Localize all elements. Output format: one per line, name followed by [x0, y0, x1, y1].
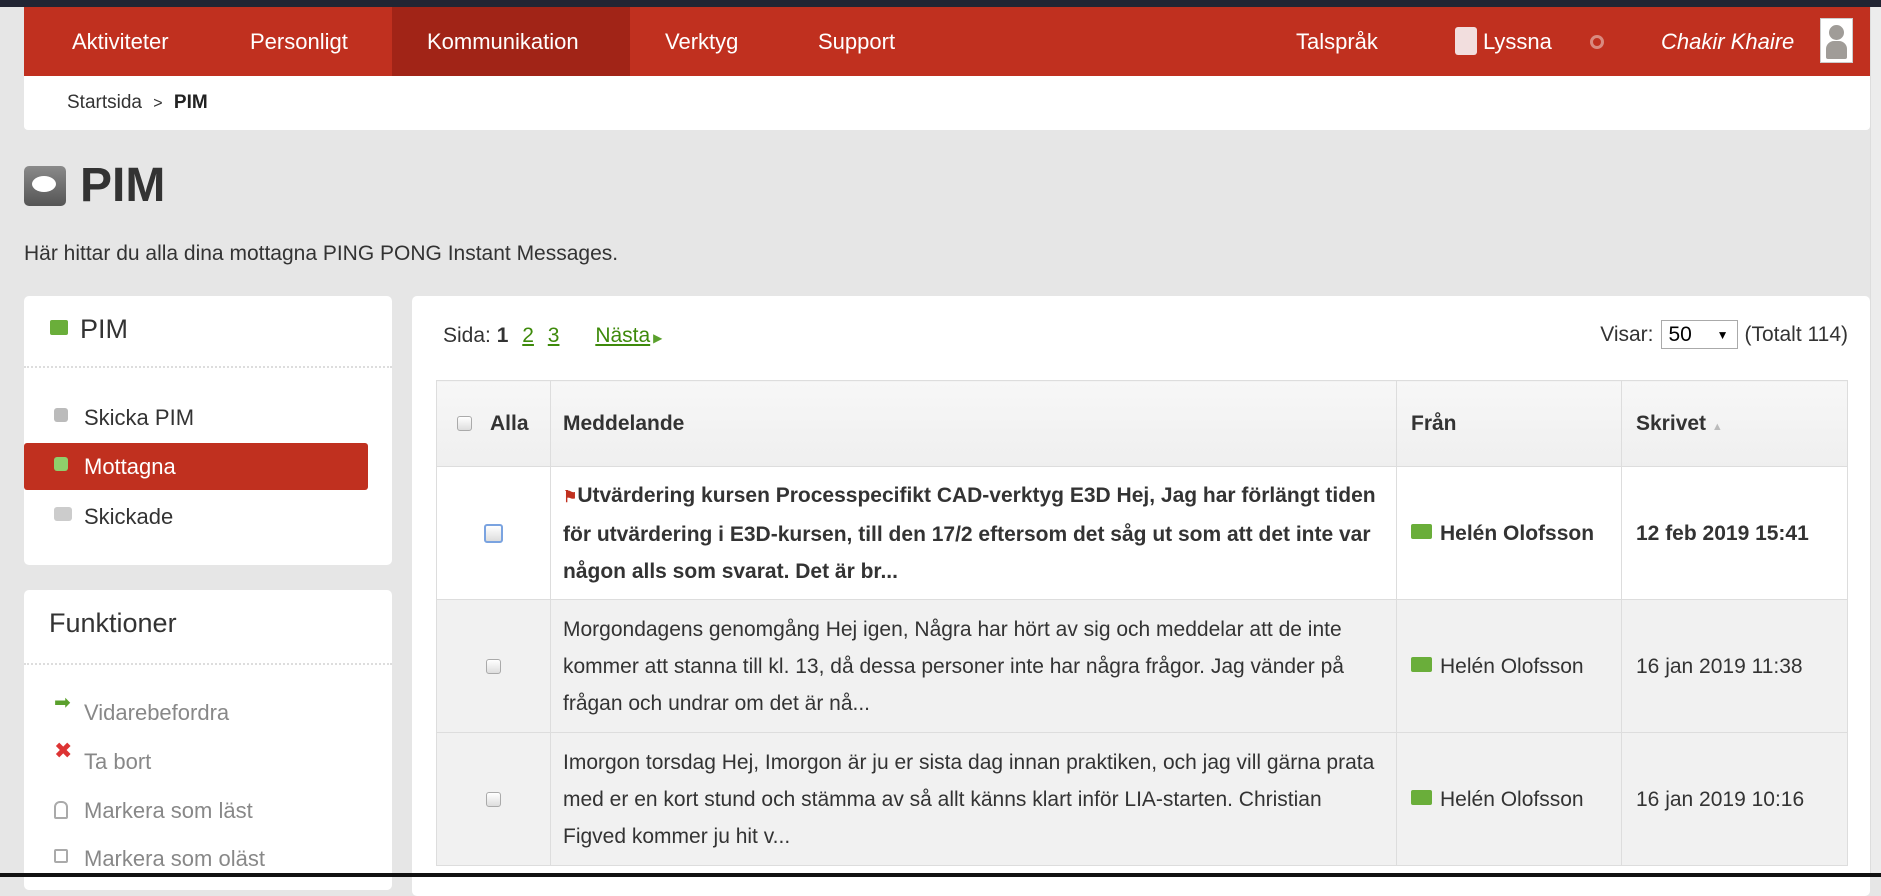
closed-envelope-icon [54, 849, 68, 863]
sender-name[interactable]: Helén Olofsson [1440, 788, 1584, 811]
sidebar-item-label: Skicka PIM [84, 405, 195, 430]
pim-bubble-icon [50, 320, 68, 335]
avatar[interactable] [1820, 18, 1853, 63]
header-from[interactable]: Från [1396, 380, 1622, 467]
breadcrumb-current: PIM [173, 92, 208, 113]
table-row[interactable]: Morgondagens genomgång Hej igen, Några h… [436, 599, 1848, 733]
nav-lyssna[interactable]: Lyssna [1483, 7, 1552, 76]
total-count: (Totalt 114) [1744, 322, 1849, 346]
sender-name[interactable]: Helén Olofsson [1440, 522, 1594, 545]
sort-ascending-icon: ▲ [1711, 420, 1723, 433]
sidebar-item-skickade[interactable]: Skickade [24, 493, 368, 540]
page-2-link[interactable]: 2 [522, 324, 534, 347]
page-size-control: Visar: 50 (Totalt 114) [1600, 320, 1848, 349]
pagination: Sida: 1 2 3 Nästa ▶ [443, 324, 662, 348]
message-preview[interactable]: Morgondagens genomgång Hej igen, Några h… [550, 599, 1397, 733]
help-lifebuoy-icon[interactable] [1590, 35, 1604, 49]
inbox-arrow-icon [54, 457, 68, 471]
messages-table: Alla Meddelande Från Skrivet ▲ ⚑Utvärder… [436, 380, 1848, 866]
header-written[interactable]: Skrivet ▲ [1621, 380, 1848, 467]
window-bottom-strip [0, 873, 1881, 877]
user-name[interactable]: Chakir Khaire [1661, 7, 1794, 76]
header-select-all: Alla [436, 380, 551, 467]
function-label: Ta bort [84, 749, 152, 774]
open-envelope-icon [54, 801, 68, 819]
speaker-document-icon [1455, 27, 1477, 55]
table-row[interactable]: Imorgon torsdag Hej, Imorgon är ju er si… [436, 732, 1848, 866]
scrollbar[interactable] [1870, 7, 1881, 873]
row-checkbox[interactable] [486, 659, 501, 675]
nav-aktiviteter[interactable]: Aktiviteter [72, 7, 169, 76]
function-label: Markera som oläst [84, 846, 265, 871]
select-all-checkbox[interactable] [457, 416, 472, 432]
function-delete[interactable]: ✖ Ta bort [24, 738, 368, 785]
sidebar-item-skicka-pim[interactable]: Skicka PIM [24, 394, 368, 441]
header-message[interactable]: Meddelande [550, 380, 1397, 467]
pim-panel-title: PIM [80, 314, 129, 344]
sidebar-item-label: Skickade [84, 504, 174, 529]
header-all-label: Alla [490, 411, 529, 435]
delete-x-icon: ✖ [54, 738, 73, 763]
next-arrow-icon: ▶ [653, 331, 663, 345]
sender-bubble-icon [1411, 789, 1432, 805]
message-date: 16 jan 2019 11:38 [1621, 599, 1848, 733]
pagination-current: 1 [496, 324, 509, 347]
sidebar-item-label: Mottagna [84, 454, 176, 479]
row-checkbox[interactable] [486, 792, 501, 808]
page-title: PIM [80, 159, 166, 212]
breadcrumb-separator: > [153, 95, 163, 112]
sent-bubbles-icon [54, 507, 72, 521]
sender-bubble-icon [1411, 523, 1432, 539]
forward-arrow-icon: ➡ [54, 692, 71, 714]
chat-bubble-icon [24, 166, 66, 206]
row-checkbox[interactable] [484, 524, 503, 544]
main-nav: Aktiviteter Personligt Kommunikation Ver… [24, 7, 1870, 76]
page-size-select[interactable]: 50 [1660, 320, 1738, 349]
next-page-link[interactable]: Nästa [595, 324, 650, 347]
nav-verktyg[interactable]: Verktyg [665, 7, 738, 76]
send-bubble-icon [54, 408, 68, 422]
breadcrumb-home[interactable]: Startsida [67, 92, 142, 113]
sender-bubble-icon [1411, 656, 1432, 672]
table-row[interactable]: ⚑Utvärdering kursen Processpecifikt CAD-… [436, 466, 1848, 600]
message-date: 16 jan 2019 10:16 [1621, 732, 1848, 866]
function-mark-read[interactable]: Markera som läst [24, 787, 368, 834]
nav-support[interactable]: Support [818, 7, 895, 76]
nav-talsprak[interactable]: Talspråk [1296, 7, 1378, 76]
page-3-link[interactable]: 3 [548, 324, 560, 347]
window-top-strip [0, 0, 1881, 7]
divider [24, 663, 392, 665]
message-preview[interactable]: Imorgon torsdag Hej, Imorgon är ju er si… [550, 732, 1397, 866]
function-forward[interactable]: ➡ Vidarebefordra [24, 689, 368, 736]
nav-kommunikation[interactable]: Kommunikation [392, 7, 630, 76]
sidebar-item-mottagna[interactable]: Mottagna [24, 443, 368, 490]
pagination-label: Sida: [443, 324, 491, 347]
function-label: Vidarebefordra [84, 700, 230, 725]
functions-title: Funktioner [49, 608, 177, 638]
breadcrumb: Startsida > PIM [24, 76, 1870, 130]
flag-icon: ⚑ [563, 488, 578, 506]
page-description: Här hittar du alla dina mottagna PING PO… [24, 242, 619, 265]
message-preview[interactable]: Utvärdering kursen Processpecifikt CAD-v… [563, 484, 1376, 583]
nav-personligt[interactable]: Personligt [250, 7, 348, 76]
sender-name[interactable]: Helén Olofsson [1440, 655, 1584, 678]
divider [24, 366, 392, 368]
function-label: Markera som läst [84, 798, 253, 823]
page-size-label: Visar: [1600, 322, 1654, 346]
message-date: 12 feb 2019 15:41 [1621, 466, 1848, 600]
header-written-label: Skrivet [1636, 411, 1707, 435]
